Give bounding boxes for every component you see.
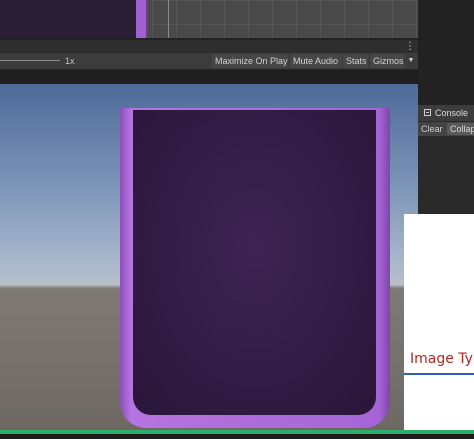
scale-value: 1x: [65, 56, 75, 66]
scene-view-strip[interactable]: [0, 0, 418, 40]
heading-underline: [404, 373, 474, 375]
ui-panel-background: [133, 110, 376, 415]
clear-button[interactable]: Clear: [421, 122, 443, 136]
tab-console[interactable]: Console: [418, 105, 474, 121]
scale-slider[interactable]: [0, 60, 60, 61]
window-divider: [418, 0, 474, 105]
console-tab-label: Console: [435, 108, 469, 118]
console-icon: [424, 109, 431, 116]
maximize-on-play-button[interactable]: Maximize On Play: [212, 54, 288, 68]
progress-bar: [0, 430, 474, 434]
image-type-heading: Image Typ: [410, 351, 474, 367]
scene-panel-fill: [0, 0, 136, 38]
chevron-down-icon[interactable]: ▼: [406, 54, 416, 68]
more-options-icon[interactable]: ⋮: [405, 42, 415, 52]
stats-button[interactable]: Stats: [343, 54, 368, 68]
game-view-toolbar: 1x Maximize On Play Mute Audio Stats Giz…: [0, 53, 418, 70]
status-bar: [0, 430, 474, 439]
collapse-button[interactable]: Collapse: [447, 123, 474, 135]
gizmos-button[interactable]: Gizmos: [370, 54, 404, 68]
scene-grid: [152, 0, 418, 40]
toolbar-separator: [0, 70, 418, 84]
mute-audio-button[interactable]: Mute Audio: [290, 54, 342, 68]
console-toolbar: Clear Collapse: [418, 121, 474, 137]
game-toolbar-header: [0, 40, 418, 54]
scene-panel-border: [136, 0, 148, 38]
image-type-popup: Image Typ: [404, 214, 474, 430]
scene-guide-line: [168, 0, 169, 40]
